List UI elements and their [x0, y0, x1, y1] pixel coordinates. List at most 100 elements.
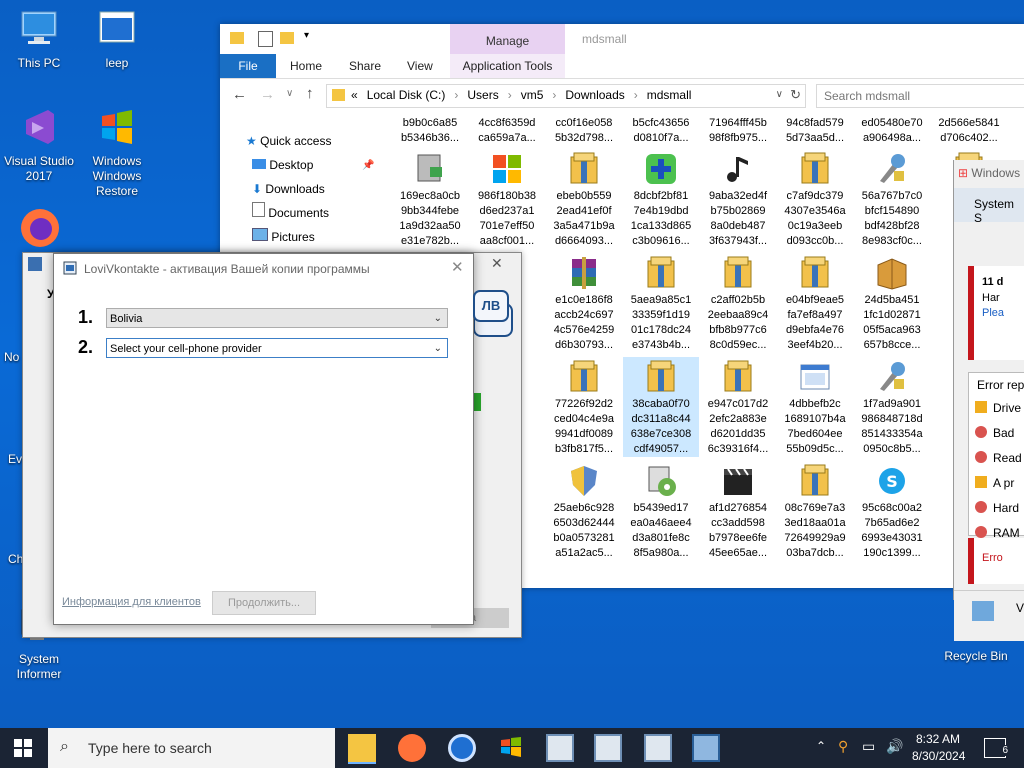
breadcrumb-overflow[interactable]: «: [351, 88, 358, 102]
file-item[interactable]: 71964fff45b 98f8fb975...: [700, 116, 776, 146]
file-item[interactable]: 2d566e5841 d706c402...: [931, 116, 1007, 146]
breadcrumb-item[interactable]: Downloads: [565, 88, 624, 102]
up-arrow-icon[interactable]: ↑: [306, 85, 314, 102]
forward-arrow-icon[interactable]: →: [260, 86, 275, 103]
file-item[interactable]: b5cfc43656 d0810f7a...: [623, 116, 699, 146]
desktop-icon-visual-studio[interactable]: Visual Studio 2017: [0, 106, 78, 184]
clock[interactable]: 8:32 AM 8/30/2024: [912, 732, 965, 763]
network-icon[interactable]: ▭: [862, 738, 875, 755]
breadcrumb-item[interactable]: mdsmall: [647, 88, 692, 102]
file-item[interactable]: 77226f92d2 ced04c4e9a 9941df0089 b3fb817f5.…: [546, 357, 622, 457]
file-item[interactable]: 5aea9a85c1 33359f1d19 01c178dc24 e3743b4b..…: [623, 253, 699, 353]
desktop-icon-windows-restore[interactable]: Windows Windows Restore: [78, 106, 156, 199]
error-list-item[interactable]: Hard: [969, 496, 1024, 521]
tab-home[interactable]: Home: [290, 54, 322, 78]
file-item[interactable]: 1f7ad9a901 986848718d 851433354a 0950c8b5..…: [854, 357, 930, 457]
tab-view[interactable]: View: [407, 54, 433, 78]
nav-downloads[interactable]: ⬇ Downloads: [252, 178, 325, 200]
file-item[interactable]: cc0f16e058 5b32d798...: [546, 116, 622, 146]
file-item[interactable]: 25aeb6c928 6503d62444 b0a0573281 a51a2ac5..…: [546, 461, 622, 561]
continue-button[interactable]: Продолжить...: [212, 591, 316, 615]
file-item[interactable]: 986f180b38 d6ed237a1 701e7eff50 aa8cf001...: [469, 149, 545, 249]
file-item[interactable]: af1d276854 cc3add598 b7978ee6fe 45ee65ae...: [700, 461, 776, 561]
app-taskbar-icon-2[interactable]: [594, 734, 622, 762]
file-item[interactable]: b9b0c6a85 b5346b36...: [392, 116, 468, 146]
file-explorer-taskbar-icon[interactable]: [348, 734, 376, 764]
back-arrow-icon[interactable]: ←: [232, 86, 247, 103]
file-item[interactable]: 94c8fad579 5d73aa5d...: [777, 116, 853, 146]
quick-access-dropdown-icon[interactable]: ▾: [304, 30, 309, 41]
file-item[interactable]: 24d5ba451 1fc1d02871 05f5aca963 657b8cce...: [854, 253, 930, 353]
file-item[interactable]: c2aff02b5b 2eebaa89c4 bfb8b977c6 8c0d59ec..…: [700, 253, 776, 353]
file-item[interactable]: 08c769e7a3 3ed18aa01a 72649929a9 03ba7dcb..…: [777, 461, 853, 561]
error-text: A pr: [993, 476, 1015, 490]
customer-info-link[interactable]: Информация для клиентов: [62, 596, 201, 608]
file-item[interactable]: 8dcbf2bf81 7e4b19dbd 1ca133d865 c3b09616...: [623, 149, 699, 249]
properties-icon[interactable]: [258, 31, 273, 47]
address-dropdown-icon[interactable]: ∨: [776, 89, 783, 100]
breadcrumb-item[interactable]: vm5: [521, 88, 544, 102]
file-name-line: 45ee65ae...: [708, 547, 768, 559]
file-name-line: 8a0deb487: [710, 220, 766, 232]
breadcrumb-item[interactable]: Users: [467, 88, 498, 102]
tab-share[interactable]: Share: [349, 54, 381, 78]
menu-label[interactable]: System S: [954, 188, 1024, 225]
file-name-line: b5cfc43656: [632, 117, 690, 129]
firefox-desktop-icon[interactable]: [18, 206, 62, 253]
refresh-icon[interactable]: ↻: [790, 87, 801, 103]
file-item[interactable]: 38caba0f70 dc311a8c44 638e7ce308 cdf49057..…: [623, 357, 699, 457]
file-item[interactable]: 4dbbefb2c 1689107b4a 7bed604ee 55b09d5c...: [777, 357, 853, 457]
file-item[interactable]: 56a767b7c0 bfcf154890 bdf428bf28 8e983cf0c.…: [854, 149, 930, 249]
close-icon[interactable]: ✕: [491, 255, 503, 272]
taskbar-search-box[interactable]: ⌕ Type here to search: [48, 728, 335, 768]
notification-center-icon[interactable]: 6: [984, 738, 1009, 758]
windows-restore-taskbar-icon[interactable]: [498, 734, 526, 762]
pin-icon[interactable]: 📌: [362, 160, 374, 171]
file-item[interactable]: ed05480e70 a906498a...: [854, 116, 930, 146]
tab-application-tools[interactable]: Application Tools: [450, 54, 565, 78]
system-informer-taskbar-icon[interactable]: [692, 734, 720, 762]
file-item[interactable]: c7af9dc379 4307e3546a 0c19a3eeb d093cc0b...: [777, 149, 853, 249]
show-hidden-icons-chevron[interactable]: ⌃: [816, 739, 826, 753]
file-item[interactable]: 9aba32ed4f b75b02869 8a0deb487 3f637943f...: [700, 149, 776, 249]
nav-quick-access[interactable]: ★ Quick access: [246, 130, 331, 152]
key-tray-icon[interactable]: ⚲: [838, 738, 848, 755]
file-item[interactable]: 169ec8a0cb 9bb344febe 1a9d32aa50 e31e782b..…: [392, 149, 468, 249]
recent-dropdown-icon[interactable]: ∨: [286, 88, 293, 99]
tab-file[interactable]: File: [220, 54, 276, 78]
address-bar[interactable]: « Local Disk (C:) › Users › vm5 › Downloads…: [326, 84, 806, 108]
error-list-item[interactable]: Read: [969, 446, 1024, 471]
start-button[interactable]: [14, 739, 32, 760]
error-list-item[interactable]: Drive: [969, 396, 1024, 421]
file-item[interactable]: 4cc8f6359d ca659a7a...: [469, 116, 545, 146]
provider-select[interactable]: Select your cell-phone provider ⌄: [106, 338, 448, 358]
desktop-icon-recycle-bin[interactable]: Recycle Bin: [936, 612, 1016, 664]
desktop-icon-this-pc[interactable]: This PC: [0, 8, 78, 71]
desktop-icon-leep[interactable]: leep: [78, 8, 156, 71]
file-item[interactable]: b5439ed17 ea0a46aee4 d3a801fe8c 8f5a980a...: [623, 461, 699, 561]
breadcrumb-item[interactable]: Local Disk (C:): [367, 88, 446, 102]
close-icon[interactable]: ✕: [451, 258, 464, 276]
app-taskbar-icon-1[interactable]: [546, 734, 574, 762]
nav-desktop[interactable]: Desktop: [252, 154, 313, 176]
file-item[interactable]: e04bf9eae5 fa7ef8a497 d9ebfa4e76 3eef4b20..…: [777, 253, 853, 353]
nav-documents[interactable]: Documents: [252, 202, 329, 224]
nav-pictures[interactable]: Pictures: [252, 226, 315, 248]
country-select[interactable]: Bolivia ⌄: [106, 308, 448, 328]
file-item[interactable]: ebeb0b559 2ead41ef0f 3a5a471b9a d6664093...: [546, 149, 622, 249]
manage-tab-header[interactable]: Manage: [450, 24, 565, 54]
chromium-taskbar-icon[interactable]: [448, 734, 476, 762]
error-list-item[interactable]: A pr: [969, 471, 1024, 496]
file-item[interactable]: S 95c68c00a2 7b65ad6e2 6993e43031 190c1399..…: [854, 461, 930, 561]
error-list-item[interactable]: Bad: [969, 421, 1024, 446]
manage-tab-label: Manage: [485, 34, 530, 48]
file-item[interactable]: 01a6: [1008, 116, 1024, 146]
volume-icon[interactable]: 🔊: [886, 738, 903, 755]
file-item[interactable]: e1c0e186f8 accb24c697 4c576e4259 d6b30793..…: [546, 253, 622, 353]
app-taskbar-icon-3[interactable]: [644, 734, 672, 762]
file-item[interactable]: e947c017d2 2efc2a883e d6201dd35 6c39316f4..…: [700, 357, 776, 457]
search-box[interactable]: Search mdsmall: [816, 84, 1024, 108]
new-folder-icon[interactable]: [280, 32, 294, 44]
firefox-taskbar-icon[interactable]: [398, 734, 426, 762]
file-name-line: e31e782b...: [400, 235, 460, 247]
